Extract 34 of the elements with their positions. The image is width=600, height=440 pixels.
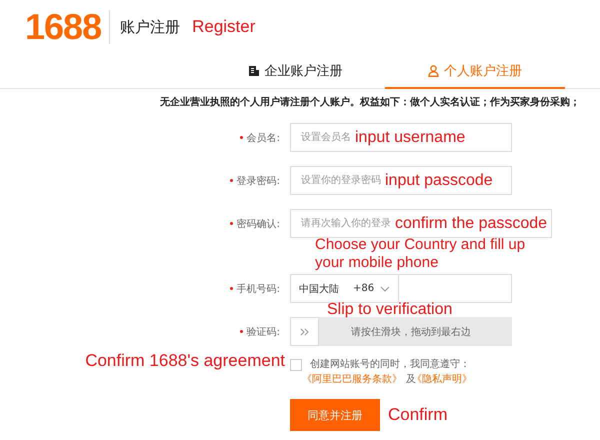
- annotation: Register: [192, 17, 256, 37]
- text-input[interactable]: 设置会员名: [291, 124, 353, 151]
- building-icon: [248, 64, 260, 76]
- annotation: input passcode: [385, 170, 493, 190]
- input-field[interactable]: 请再次输入你的登录 confirm the passcode: [290, 209, 552, 238]
- input-field[interactable]: 设置你的登录密码 input passcode: [290, 166, 512, 195]
- field-label: 登录密码:: [236, 174, 280, 188]
- field-label: 验证码:: [246, 326, 280, 338]
- annotation: Slip to verification: [327, 302, 452, 317]
- page-title: 账户注册: [120, 18, 180, 36]
- logo: 1688: [25, 9, 102, 45]
- register-button[interactable]: 同意并注册: [290, 399, 380, 431]
- input-field[interactable]: 设置会员名 input username: [290, 123, 512, 152]
- field-label: 密码确认:: [236, 218, 280, 230]
- tab[interactable]: 个人账户注册: [385, 54, 565, 89]
- notice-text: 无企业营业执照的个人用户请注册个人账户。权益如下：做个人实名认证；作为买家身份采购；: [159, 95, 581, 110]
- slider-handle[interactable]: [290, 317, 319, 346]
- slider-hint: 请按住滑块，拖动到最右边: [350, 326, 471, 338]
- agreement-text: 创建网站账号的同时，我同意遵守：: [310, 358, 471, 372]
- double-chevron-icon: [300, 328, 310, 336]
- annotation: Confirm 1688's agreement: [85, 351, 285, 371]
- annotation: Confirm: [388, 405, 448, 425]
- annotation: confirm the passcode: [395, 214, 548, 234]
- tab[interactable]: 企业账户注册: [205, 54, 385, 89]
- field-label: 手机号码:: [236, 282, 280, 296]
- annotation: Choose your Country and fill up your mobile phone: [315, 236, 526, 272]
- conjunction-text: 及: [406, 373, 416, 387]
- field-label: 会员名:: [246, 132, 280, 144]
- person-icon: [428, 64, 439, 76]
- terms-link[interactable]: 《阿里巴巴服务条款》: [302, 372, 402, 387]
- annotation: input username: [355, 128, 466, 148]
- checkbox[interactable]: [290, 359, 302, 371]
- text-input[interactable]: 请再次输入你的登录: [291, 210, 393, 237]
- text-input[interactable]: 设置你的登录密码: [291, 167, 383, 194]
